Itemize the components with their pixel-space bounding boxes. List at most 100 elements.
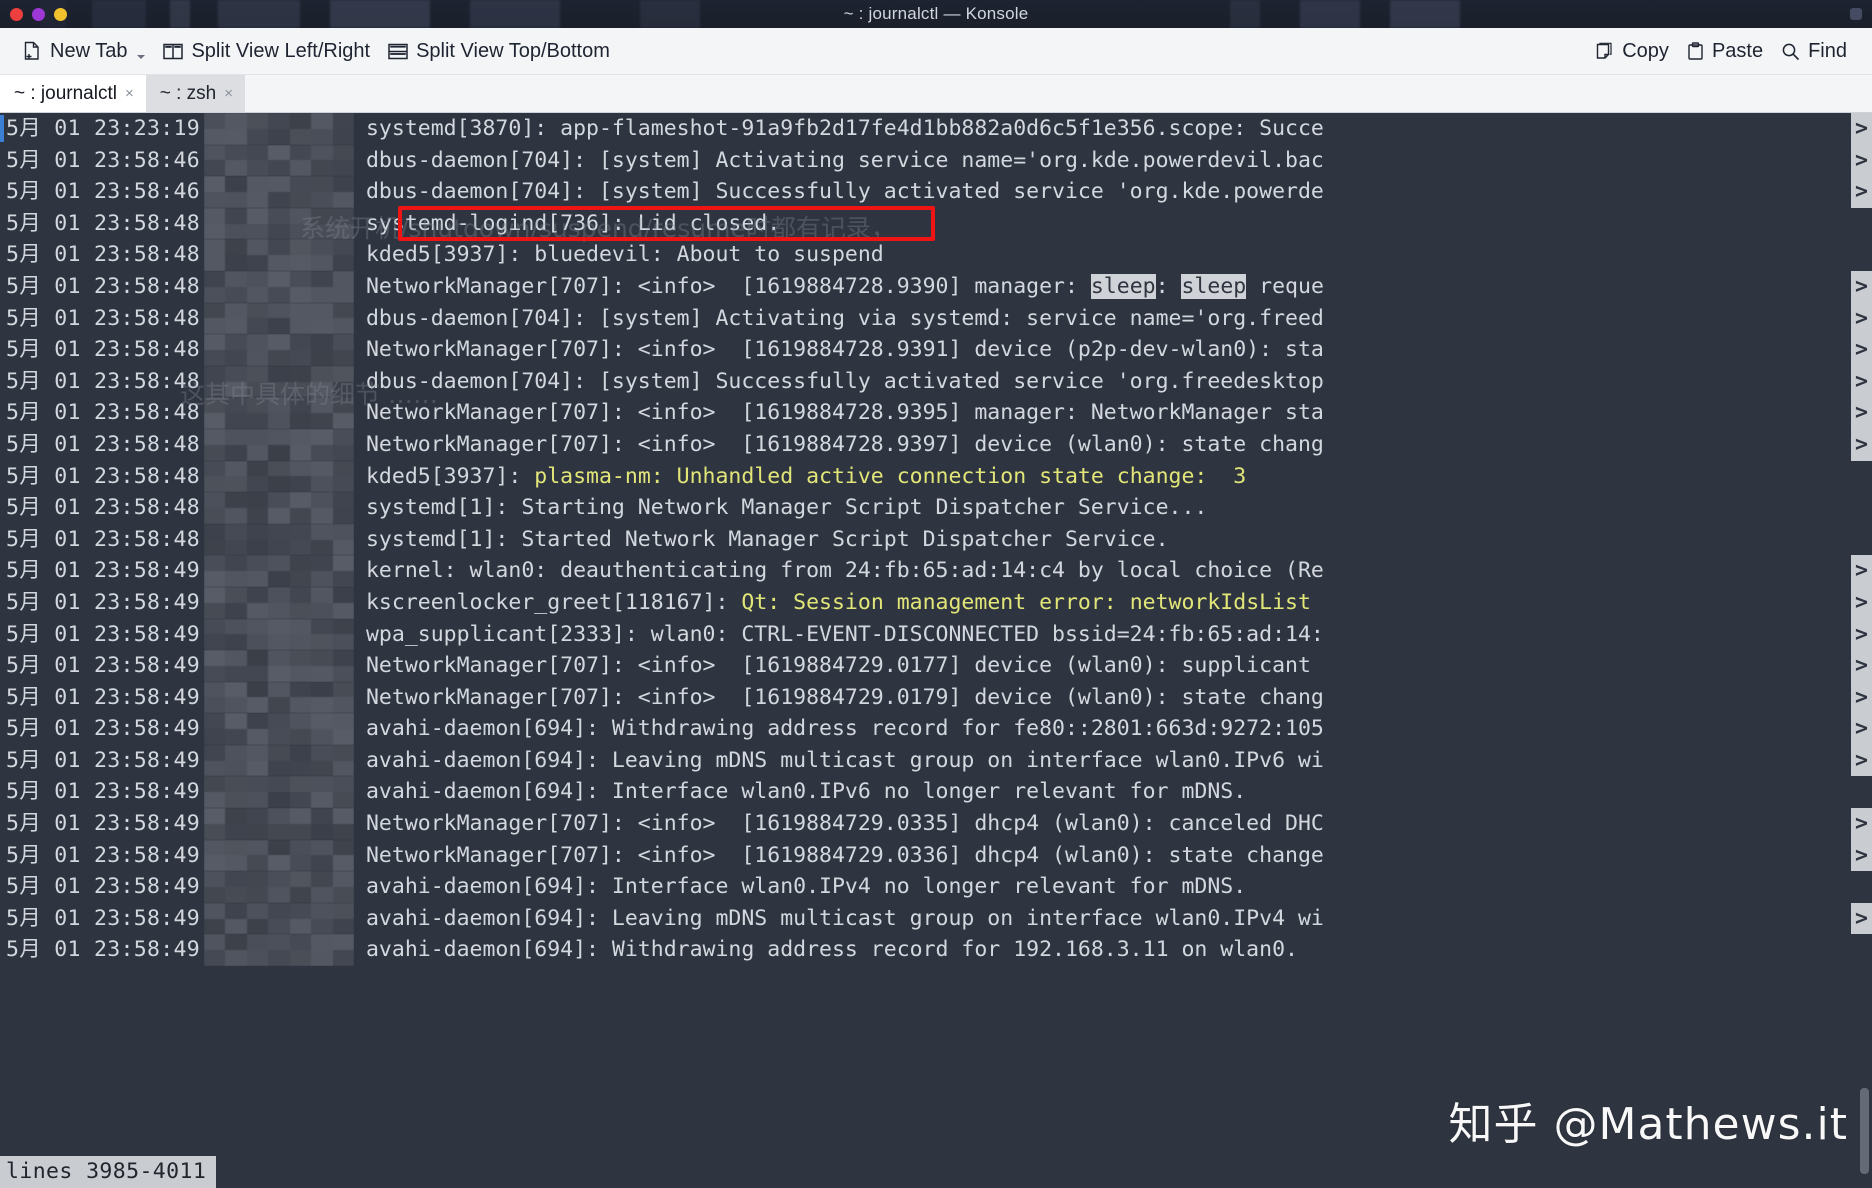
log-search-match: sleep <box>1181 273 1247 299</box>
chevron-down-icon[interactable] <box>137 55 146 59</box>
split-view-top-bottom-label: Split View Top/Bottom <box>416 40 610 62</box>
tab-journalctl-close-icon[interactable]: × <box>125 86 134 102</box>
redacted-hostname-mosaic <box>203 555 354 587</box>
log-timestamp: 5月 01 23:58:49 <box>6 653 200 679</box>
log-hostname-redacted <box>203 397 354 429</box>
scrollbar-thumb[interactable] <box>1860 1088 1869 1174</box>
redacted-hostname-mosaic <box>203 618 354 651</box>
terminal-line: 5月 01 23:58:49 NetworkManager[707]: <info… <box>0 839 1872 872</box>
log-timestamp: 5月 01 23:58:48 <box>6 210 200 236</box>
log-hostname-redacted <box>203 650 354 682</box>
log-message: dbus-daemon[704]: [system] Activating vi… <box>365 305 1324 331</box>
tab-zsh-close-icon[interactable]: × <box>224 86 233 102</box>
tab-zsh[interactable]: ~ : zsh × <box>145 75 246 112</box>
log-hostname-redacted <box>203 428 354 461</box>
tab-bar: ~ : journalctl × ~ : zsh × <box>0 75 1872 113</box>
terminal-line: 5月 01 23:23:19 systemd[3870]: app-flamesh… <box>0 113 1872 145</box>
tab-journalctl[interactable]: ~ : journalctl × <box>0 75 146 112</box>
new-tab-label: New Tab <box>50 40 128 62</box>
log-timestamp: 5月 01 23:58:48 <box>6 273 200 299</box>
log-hostname-redacted <box>203 586 354 619</box>
log-hostname-redacted <box>203 460 354 493</box>
redacted-hostname-mosaic <box>203 902 354 935</box>
log-timestamp: 5月 01 23:58:49 <box>6 811 200 837</box>
redacted-hostname-mosaic <box>203 808 354 840</box>
split-view-left-right-button[interactable]: Split View Left/Right <box>154 37 379 65</box>
redacted-hostname-mosaic <box>203 207 354 240</box>
log-hostname-redacted <box>203 839 354 872</box>
window-title: ~ : journalctl — Konsole <box>843 4 1029 23</box>
copy-button[interactable]: Copy <box>1586 37 1678 65</box>
redacted-hostname-mosaic <box>203 713 354 745</box>
log-message: avahi-daemon[694]: Interface wlan0.IPv4 … <box>365 874 1247 900</box>
log-timestamp: 5月 01 23:58:48 <box>6 431 200 457</box>
log-hostname-redacted <box>203 176 354 208</box>
copy-icon <box>1595 42 1614 61</box>
terminal-viewport[interactable]: 5月 01 23:23:19 systemd[3870]: app-flamesh… <box>0 113 1872 1188</box>
log-timestamp: 5月 01 23:58:49 <box>6 874 200 900</box>
log-hostname-redacted <box>203 871 354 903</box>
log-search-match: sleep <box>1090 273 1156 299</box>
log-timestamp: 5月 01 23:23:19 <box>6 116 200 141</box>
terminal-line: 5月 01 23:58:48 NetworkManager[707]: <info… <box>0 334 1872 366</box>
redacted-hostname-mosaic <box>203 239 354 271</box>
log-timestamp: 5月 01 23:58:48 <box>6 400 200 426</box>
find-label: Find <box>1808 40 1847 62</box>
log-timestamp: 5月 01 23:58:49 <box>6 905 200 931</box>
log-timestamp: 5月 01 23:58:48 <box>6 526 200 552</box>
log-message: systemd[3870]: app-flameshot-91a9fb2d17f… <box>365 116 1324 141</box>
redacted-hostname-mosaic <box>203 270 354 303</box>
log-hostname-redacted <box>203 334 354 366</box>
split-view-left-right-label: Split View Left/Right <box>191 40 371 62</box>
terminal-scrollbar[interactable] <box>1860 113 1869 1188</box>
redacted-hostname-mosaic <box>203 523 354 556</box>
terminal-line: 5月 01 23:58:49 avahi-daemon[694]: Withdra… <box>0 713 1872 745</box>
paste-button[interactable]: Paste <box>1678 37 1772 65</box>
log-message: NetworkManager[707]: <info> [1619884728.… <box>365 273 1324 299</box>
find-button[interactable]: Find <box>1772 37 1856 65</box>
window-menu-icon[interactable] <box>1850 8 1862 20</box>
log-message: kded5[3937]: plasma-nm: Unhandled active… <box>365 463 1247 489</box>
pager-status-line: lines 3985-4011 <box>0 1156 217 1188</box>
redacted-hostname-mosaic <box>203 397 354 429</box>
log-timestamp: 5月 01 23:58:49 <box>6 684 200 710</box>
terminal-line: 5月 01 23:58:49 kscreenlocker_greet[118167… <box>0 586 1872 619</box>
log-timestamp: 5月 01 23:58:49 <box>6 621 200 647</box>
terminal-line: 5月 01 23:58:49 NetworkManager[707]: <info… <box>0 808 1872 840</box>
cursor-bar <box>0 115 4 142</box>
terminal-line: 5月 01 23:58:49 NetworkManager[707]: <info… <box>0 681 1872 714</box>
log-hostname-redacted <box>203 744 354 777</box>
log-message: avahi-daemon[694]: Leaving mDNS multicas… <box>365 905 1324 931</box>
split-view-top-bottom-button[interactable]: Split View Top/Bottom <box>379 37 619 65</box>
log-hostname-redacted <box>203 713 354 745</box>
log-message: avahi-daemon[694]: Withdrawing address r… <box>365 716 1324 742</box>
new-tab-button[interactable]: New Tab <box>14 37 154 65</box>
redacted-hostname-mosaic <box>203 871 354 903</box>
terminal-line: 5月 01 23:58:48 kded5[3937]: plasma-nm: Un… <box>0 460 1872 493</box>
redacted-hostname-mosaic <box>203 113 354 145</box>
log-message: NetworkManager[707]: <info> [1619884729.… <box>365 811 1324 837</box>
terminal-line: 5月 01 23:58:48 dbus-daemon[704]: [system]… <box>0 302 1872 335</box>
copy-label: Copy <box>1622 40 1669 62</box>
redacted-hostname-mosaic <box>203 586 354 619</box>
log-timestamp: 5月 01 23:58:49 <box>6 589 200 615</box>
terminal-line: 5月 01 23:58:49 avahi-daemon[694]: Leaving… <box>0 744 1872 777</box>
redacted-hostname-mosaic <box>203 365 354 398</box>
log-message: avahi-daemon[694]: Leaving mDNS multicas… <box>365 747 1324 773</box>
log-timestamp: 5月 01 23:58:48 <box>6 463 200 489</box>
log-message-highlight: Qt: Session management error: networkIds… <box>741 589 1311 615</box>
terminal-output[interactable]: 5月 01 23:23:19 systemd[3870]: app-flamesh… <box>0 113 1872 1188</box>
redacted-hostname-mosaic <box>203 460 354 493</box>
log-hostname-redacted <box>203 618 354 651</box>
log-message: NetworkManager[707]: <info> [1619884729.… <box>365 653 1324 679</box>
terminal-line: 5月 01 23:58:49 avahi-daemon[694]: Withdra… <box>0 934 1872 967</box>
log-hostname-redacted <box>203 207 354 240</box>
redacted-hostname-mosaic <box>203 144 354 177</box>
redacted-hostname-mosaic <box>203 650 354 682</box>
log-timestamp: 5月 01 23:58:48 <box>6 242 200 268</box>
log-hostname-redacted <box>203 270 354 303</box>
terminal-line: 5月 01 23:58:49 avahi-daemon[694]: Interfa… <box>0 871 1872 903</box>
log-hostname-redacted <box>203 555 354 587</box>
log-hostname-redacted <box>203 365 354 398</box>
redacted-hostname-mosaic <box>203 302 354 335</box>
